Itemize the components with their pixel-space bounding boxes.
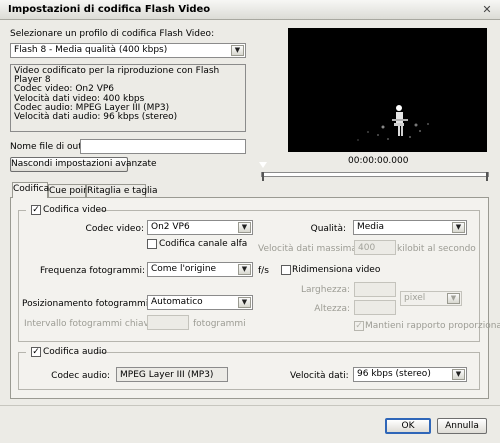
profile-select-value: Flash 8 - Media qualità (400 kbps) <box>14 45 168 55</box>
chevron-down-icon: ▼ <box>452 369 465 380</box>
keyframe-placement-select[interactable]: Automatico ▼ <box>147 295 253 310</box>
width-label: Larghezza: <box>300 285 350 295</box>
width-input <box>354 282 396 297</box>
encode-audio-checkbox[interactable]: ✓ <box>31 347 41 357</box>
frame-rate-value: Come l'origine <box>151 264 217 274</box>
encode-audio-label: Codifica audio <box>43 347 107 357</box>
max-data-rate-input: 400 <box>354 240 396 255</box>
frame-rate-select[interactable]: Come l'origine ▼ <box>147 262 253 277</box>
chevron-down-icon: ▼ <box>238 297 251 308</box>
audio-codec-value: MPEG Layer III (MP3) <box>120 370 214 380</box>
scrubber-track[interactable] <box>261 172 489 177</box>
profile-description-line: Video codificato per la riproduzione con… <box>14 66 220 86</box>
quality-label: Qualità: <box>310 224 346 234</box>
keyframe-interval-unit: fotogrammi <box>193 319 246 329</box>
audio-rate-label: Velocità dati: <box>290 371 349 381</box>
keyframe-interval-label: Intervallo fotogrammi chiave: <box>24 319 158 329</box>
chevron-down-icon: ▼ <box>238 222 251 233</box>
in-point-marker[interactable] <box>262 172 264 181</box>
max-data-rate-label: Velocità dati massima: <box>258 244 360 254</box>
title-bar: Impostazioni di codifica Flash Video ✕ <box>0 0 500 20</box>
quality-select[interactable]: Media ▼ <box>353 220 467 235</box>
audio-codec-field: MPEG Layer III (MP3) <box>116 367 228 382</box>
quality-value: Media <box>357 222 385 232</box>
video-group-header: ✓ Codifica video <box>26 204 107 216</box>
frame-rate-unit: f/s <box>258 266 269 276</box>
profile-description: Video codificato per la riproduzione con… <box>10 64 246 132</box>
audio-codec-label: Codec audio: <box>51 371 110 381</box>
encode-video-checkbox[interactable]: ✓ <box>31 205 41 215</box>
keyframe-placement-label: Posizionamento fotogrammi chiave: <box>22 299 184 309</box>
playhead-icon[interactable] <box>259 162 267 168</box>
height-label: Altezza: <box>314 304 350 314</box>
alpha-channel-label: Codifica canale alfa <box>159 239 248 249</box>
keyframe-placement-value: Automatico <box>151 297 203 307</box>
out-point-marker[interactable] <box>486 172 488 181</box>
video-preview <box>288 28 487 152</box>
tab-ritaglia-e-taglia[interactable]: Ritaglia e taglia <box>86 184 158 198</box>
tab-cue-point[interactable]: Cue point <box>48 184 92 198</box>
hide-advanced-button[interactable]: Nascondi impostazioni avanzate <box>10 157 157 172</box>
profile-select[interactable]: Flash 8 - Media qualità (400 kbps) ▼ <box>10 43 246 58</box>
size-unit-value: pixel <box>404 293 426 303</box>
performer-image <box>357 105 429 141</box>
footer-divider <box>0 405 500 406</box>
profile-label: Selezionare un profilo di codifica Flash… <box>10 29 215 39</box>
chevron-down-icon: ▼ <box>447 293 460 304</box>
resize-video-checkbox[interactable] <box>281 265 291 275</box>
profile-description-line: Velocità dati audio: 96 kbps (stereo) <box>14 112 178 123</box>
max-data-rate-value: 400 <box>358 243 376 253</box>
alpha-channel-checkbox[interactable] <box>147 239 157 249</box>
chevron-down-icon: ▼ <box>452 222 465 233</box>
keep-aspect-checkbox: ✓ <box>354 321 364 331</box>
keep-aspect-label: Mantieni rapporto proporzionale <box>365 321 500 331</box>
resize-video-label: Ridimensiona video <box>292 265 381 275</box>
audio-group-header: ✓ Codifica audio <box>26 346 107 358</box>
height-input <box>354 300 396 315</box>
video-codec-select[interactable]: On2 VP6 ▼ <box>147 220 253 235</box>
chevron-down-icon: ▼ <box>231 45 244 56</box>
close-icon[interactable]: ✕ <box>480 3 494 17</box>
output-filename-input[interactable] <box>80 139 246 154</box>
video-codec-label: Codec video: <box>85 224 144 234</box>
tab-codifica[interactable]: Codifica <box>12 182 49 198</box>
audio-rate-value: 96 kbps (stereo) <box>357 369 431 379</box>
encode-video-label: Codifica video <box>43 205 107 215</box>
keyframe-interval-input <box>147 315 189 330</box>
video-codec-value: On2 VP6 <box>151 222 190 232</box>
size-unit-select: pixel ▼ <box>400 291 462 306</box>
frame-rate-label: Frequenza fotogrammi: <box>40 266 146 276</box>
chevron-down-icon: ▼ <box>238 264 251 275</box>
cancel-button[interactable]: Annulla <box>437 418 487 434</box>
ok-button[interactable]: OK <box>385 418 431 434</box>
window-title: Impostazioni di codifica Flash Video <box>8 4 211 15</box>
max-data-rate-unit: kilobit al secondo <box>397 244 476 254</box>
timecode: 00:00:00.000 <box>348 156 409 166</box>
audio-rate-select[interactable]: 96 kbps (stereo) ▼ <box>353 367 467 382</box>
